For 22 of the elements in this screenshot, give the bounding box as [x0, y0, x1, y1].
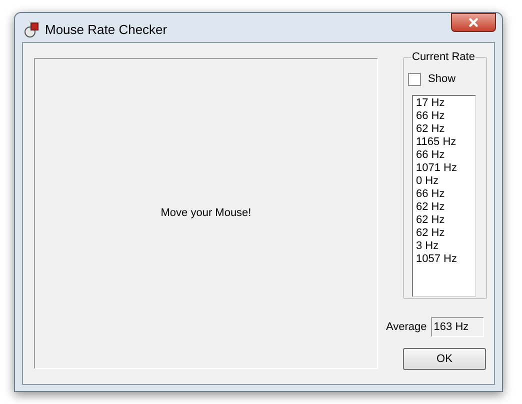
ok-button[interactable]: OK	[403, 348, 486, 370]
average-field[interactable]: 163 Hz	[430, 317, 484, 337]
rate-entry[interactable]: 17 Hz	[416, 96, 475, 110]
rate-entry[interactable]: 1165 Hz	[416, 136, 475, 148]
rate-entry[interactable]: 62 Hz	[416, 226, 475, 240]
show-checkbox[interactable]: Show	[408, 71, 456, 88]
rate-entry[interactable]: 1057 Hz	[416, 252, 475, 266]
rate-entry[interactable]: 1071 Hz	[416, 162, 475, 174]
rate-entry[interactable]: 66 Hz	[416, 110, 475, 122]
rate-entry[interactable]: 0 Hz	[416, 174, 475, 188]
window-title: Mouse Rate Checker	[45, 21, 168, 39]
rate-entry[interactable]: 3 Hz	[416, 240, 475, 252]
close-icon	[467, 16, 480, 29]
rate-entry[interactable]: 66 Hz	[416, 148, 475, 162]
rate-list[interactable]: 17 Hz 66 Hz 62 Hz 1165 Hz 66 Hz 1071 Hz 0 Hz 66 Hz 62 Hz 62 Hz 62 Hz 3 Hz 1057 Hz	[412, 94, 476, 296]
move-mouse-message: Move your Mouse!	[160, 206, 252, 222]
rate-entry[interactable]: 62 Hz	[416, 122, 475, 136]
rate-entry[interactable]: 66 Hz	[416, 188, 475, 200]
rate-entry[interactable]: 62 Hz	[416, 200, 475, 214]
rate-entry[interactable]: 62 Hz	[416, 214, 475, 226]
average-label: Average	[386, 320, 427, 335]
close-button[interactable]	[451, 13, 496, 32]
